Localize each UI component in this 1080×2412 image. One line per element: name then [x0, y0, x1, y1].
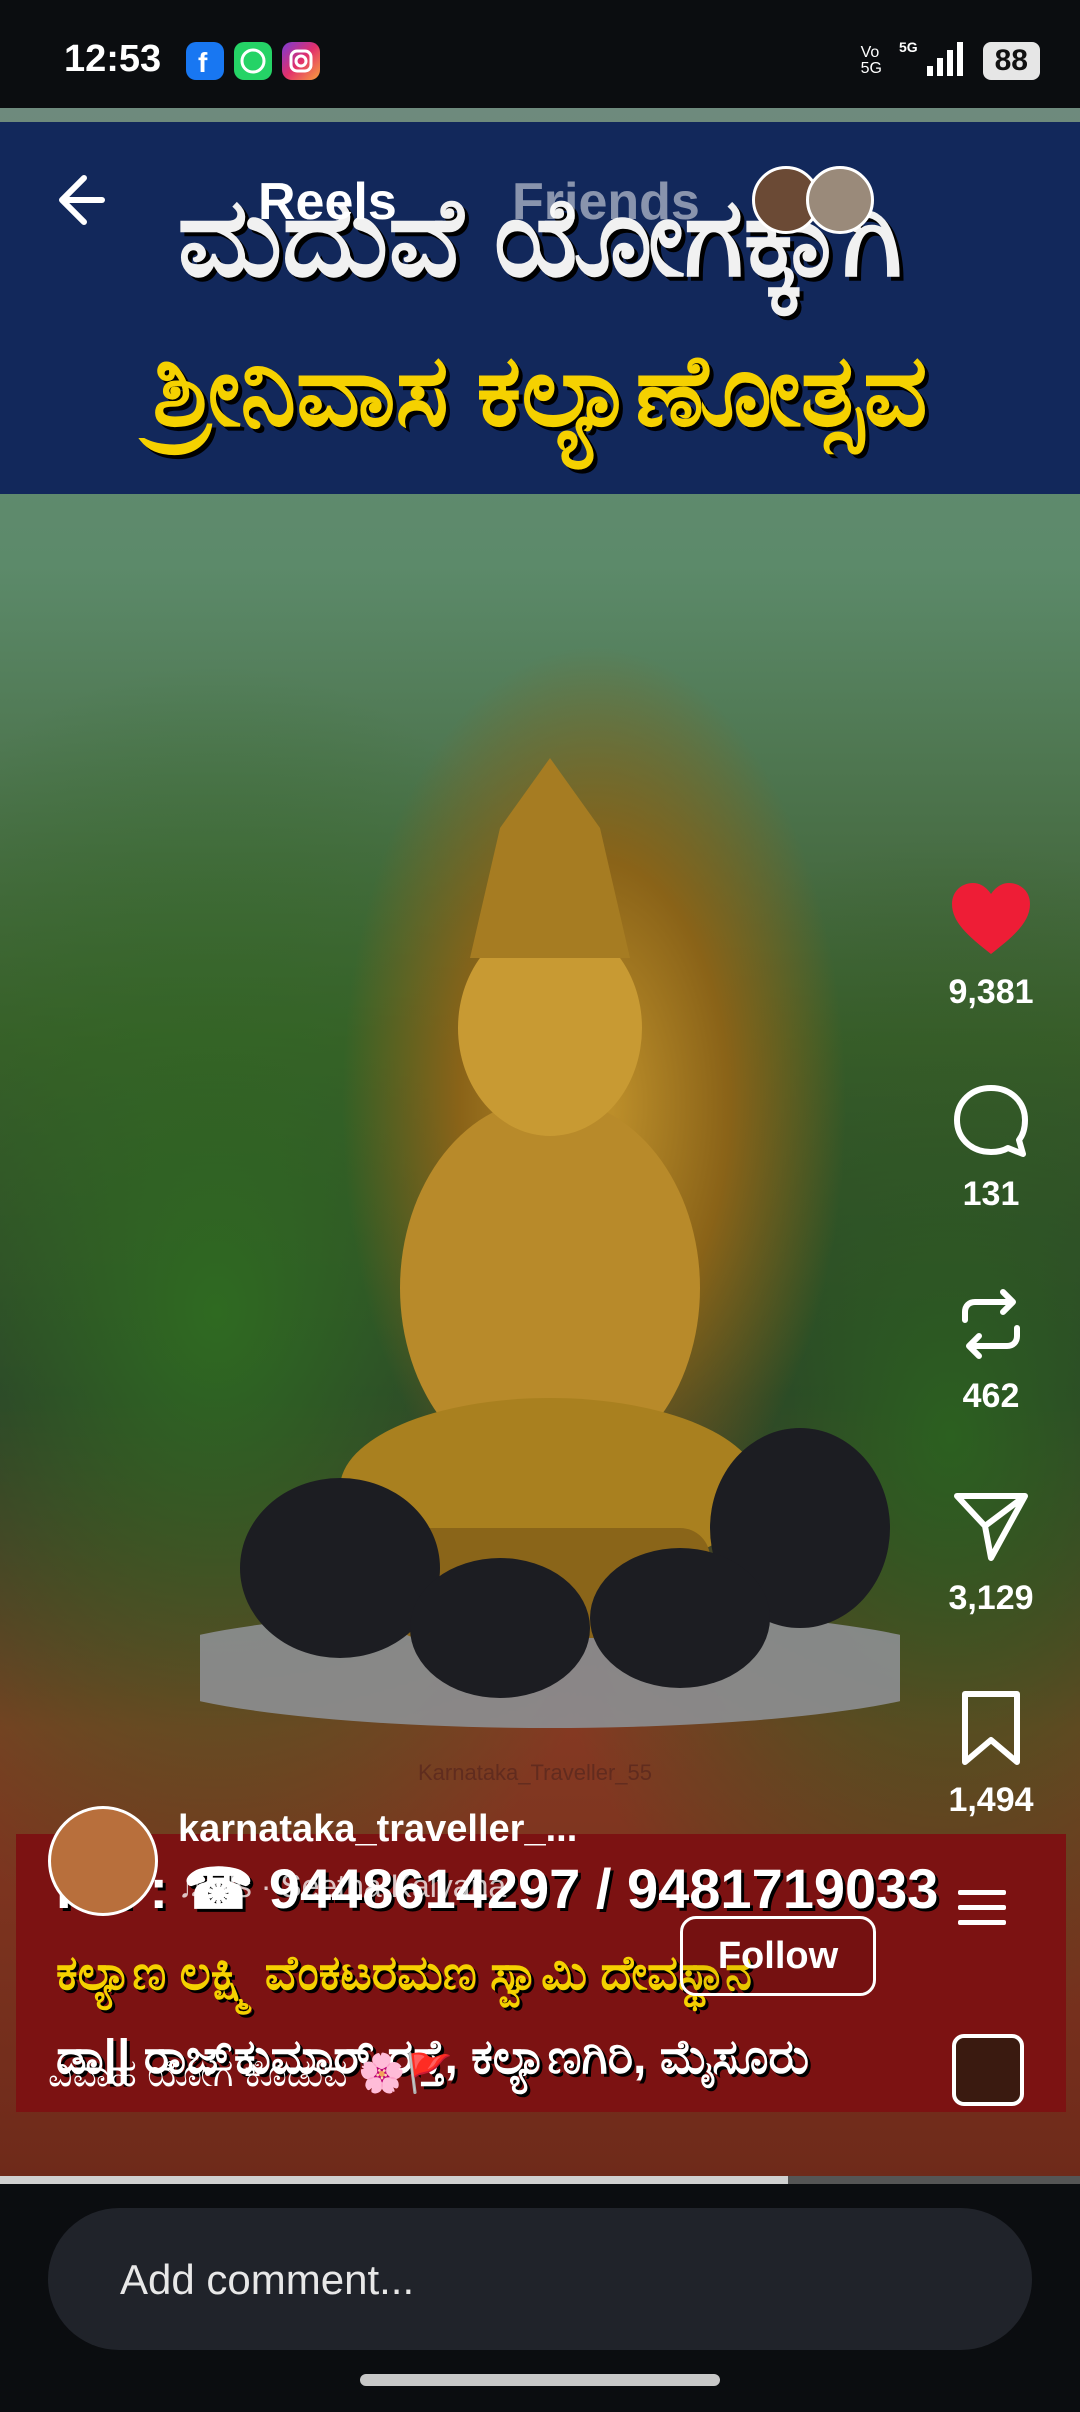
- repost-icon[interactable]: [951, 1284, 1031, 1364]
- share-action[interactable]: 3,129: [926, 1486, 1056, 1618]
- whatsapp-icon: [234, 42, 272, 80]
- post-caption[interactable]: ವಿವಾಹ ಯೋಗ ಕೊಡುವ 🌸🚩: [48, 2052, 453, 2096]
- comment-placeholder: Add comment...: [120, 2256, 415, 2303]
- reel-video[interactable]: ಮದುವೆ ಯೋಗಕ್ಕಾಗಿ ಶ್ರೀನಿವಾಸ ಕಲ್ಯಾಣೋತ್ಸವ Ka…: [0, 108, 1080, 2184]
- video-progress-bar[interactable]: [0, 2176, 1080, 2184]
- tab-reels[interactable]: Reels: [258, 172, 397, 232]
- send-icon[interactable]: [951, 1486, 1031, 1566]
- instagram-icon: [282, 42, 320, 80]
- like-count: 9,381: [948, 973, 1034, 1011]
- facebook-icon: f: [186, 42, 224, 80]
- repost-action[interactable]: 462: [926, 1284, 1056, 1416]
- system-status: Vo 5G 5G 88: [861, 38, 1040, 83]
- back-arrow-icon[interactable]: [44, 168, 108, 232]
- signal-icon: 5G: [899, 38, 967, 83]
- more-options-icon[interactable]: [958, 1890, 1006, 1930]
- comment-icon[interactable]: [951, 1082, 1031, 1162]
- follow-button[interactable]: Follow: [680, 1916, 876, 1996]
- comment-count: 131: [962, 1175, 1020, 1213]
- banner-temple-name: ಕಲ್ಯಾಣ ಲಕ್ಷ್ಮಿ ವೆಂಕಟರಮಣ ಸ್ವಾಮಿ ದೇವಸ್ಥಾನ: [56, 1947, 752, 2000]
- volte-icon: Vo 5G: [860, 43, 882, 77]
- status-bar: 12:53 f Vo 5G 5G 88: [0, 0, 1080, 108]
- comment-input[interactable]: Add comment...: [48, 2208, 1032, 2350]
- music-label[interactable]: ♫ als · Seetha Kalyana: [178, 1868, 506, 1905]
- tab-friends[interactable]: Friends: [512, 172, 700, 232]
- clock: 12:53: [64, 38, 162, 80]
- reels-top-nav: Reels Friends: [0, 160, 1080, 250]
- svg-text:f: f: [198, 47, 208, 78]
- repost-count: 462: [962, 1377, 1020, 1415]
- like-action[interactable]: 9,381: [926, 880, 1056, 1012]
- username[interactable]: karnataka_traveller_...: [178, 1808, 577, 1851]
- share-count: 3,129: [948, 1579, 1034, 1617]
- video-progress-fill: [0, 2176, 789, 2184]
- idol-image: [200, 758, 900, 1728]
- save-action[interactable]: 1,494: [926, 1688, 1056, 1820]
- network-label: 5G: [899, 39, 918, 55]
- comment-action[interactable]: 131: [926, 1082, 1056, 1214]
- audio-thumbnail[interactable]: [952, 2034, 1024, 2106]
- banner-subtitle: ಶ್ರೀನಿವಾಸ ಕಲ್ಯಾಣೋತ್ಸವ: [152, 335, 928, 447]
- avatar[interactable]: [48, 1806, 158, 1916]
- home-indicator[interactable]: [360, 2374, 720, 2386]
- save-count: 1,494: [948, 1781, 1034, 1819]
- friend-avatar[interactable]: [806, 166, 874, 234]
- heart-icon[interactable]: [948, 880, 1034, 960]
- bookmark-icon[interactable]: [951, 1688, 1031, 1768]
- video-watermark: Karnataka_Traveller_55: [418, 1760, 652, 1785]
- battery-indicator: 88: [982, 41, 1040, 80]
